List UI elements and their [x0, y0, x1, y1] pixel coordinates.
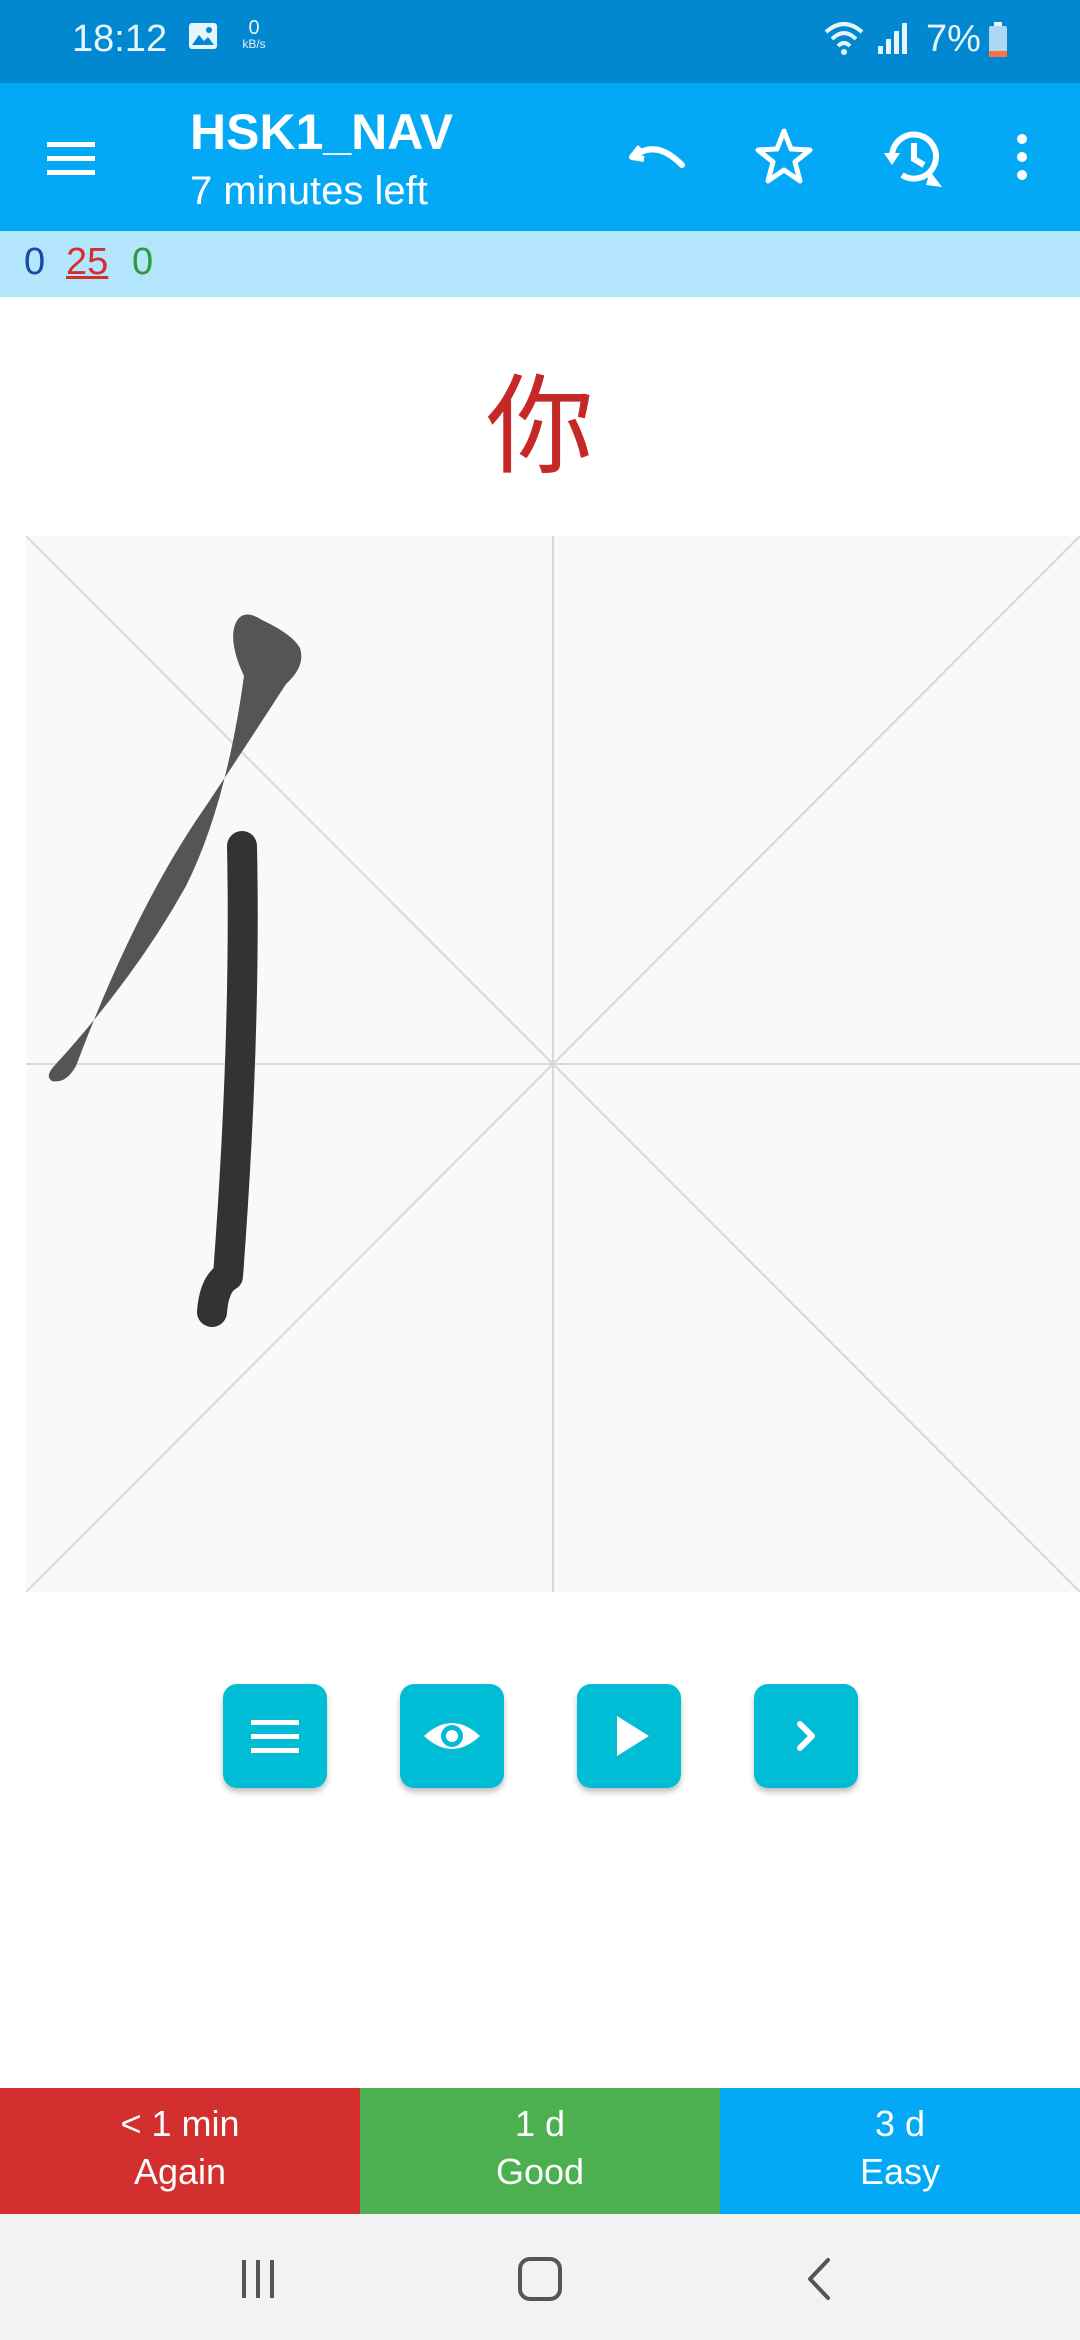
play-button[interactable]	[577, 1684, 681, 1788]
good-button[interactable]: 1 d Good	[360, 2088, 720, 2214]
recents-icon[interactable]	[228, 2254, 288, 2304]
review-count: 0	[132, 241, 154, 283]
home-icon[interactable]	[510, 2254, 570, 2304]
back-icon[interactable]	[792, 2254, 852, 2304]
wifi-icon	[824, 22, 864, 55]
guide-grid	[26, 536, 1080, 1592]
easy-interval: 3 d	[874, 2103, 926, 2144]
status-bar: 18:12 0 kB/s 7%	[0, 0, 1080, 83]
undo-icon[interactable]	[626, 125, 690, 189]
more-vert-icon[interactable]	[1004, 125, 1040, 189]
new-count: 0	[24, 241, 46, 283]
again-interval: < 1 min	[120, 2103, 240, 2144]
battery-percent: 7%	[926, 18, 981, 60]
eye-icon	[424, 1723, 480, 1749]
signal-icon	[878, 23, 907, 54]
chevron-right-icon	[797, 1721, 815, 1751]
battery-icon	[989, 22, 1007, 57]
easy-button[interactable]: 3 d Easy	[720, 2088, 1080, 2214]
card-counts: 0 25 0	[0, 231, 1080, 297]
reveal-button[interactable]	[400, 1684, 504, 1788]
app-bar: HSK1_NAV 7 minutes left	[0, 83, 1080, 231]
next-button[interactable]	[754, 1684, 858, 1788]
play-icon	[617, 1716, 649, 1756]
drawing-canvas[interactable]	[26, 536, 1080, 1592]
answer-buttons: < 1 min Again 1 d Good 3 d Easy	[0, 2088, 1080, 2214]
again-button[interactable]: < 1 min Again	[0, 2088, 360, 2214]
system-nav-bar	[0, 2214, 1080, 2340]
list-button[interactable]	[223, 1684, 327, 1788]
target-character: 你	[485, 365, 594, 490]
image-icon	[189, 23, 217, 49]
menu-icon[interactable]	[42, 129, 100, 187]
good-label: Good	[495, 2151, 585, 2192]
star-icon[interactable]	[752, 125, 816, 189]
easy-label: Easy	[859, 2151, 941, 2192]
history-icon[interactable]	[880, 125, 944, 189]
data-rate: 0 kB/s	[236, 18, 272, 52]
again-label: Again	[133, 2151, 227, 2192]
data-rate-unit: kB/s	[242, 37, 266, 51]
learning-count: 25	[66, 241, 109, 283]
deck-title: HSK1_NAV	[190, 104, 454, 160]
time-left: 7 minutes left	[190, 169, 428, 213]
status-time: 18:12	[72, 18, 168, 60]
list-icon	[251, 1720, 299, 1753]
good-interval: 1 d	[514, 2103, 566, 2144]
user-stroke	[197, 831, 258, 1327]
